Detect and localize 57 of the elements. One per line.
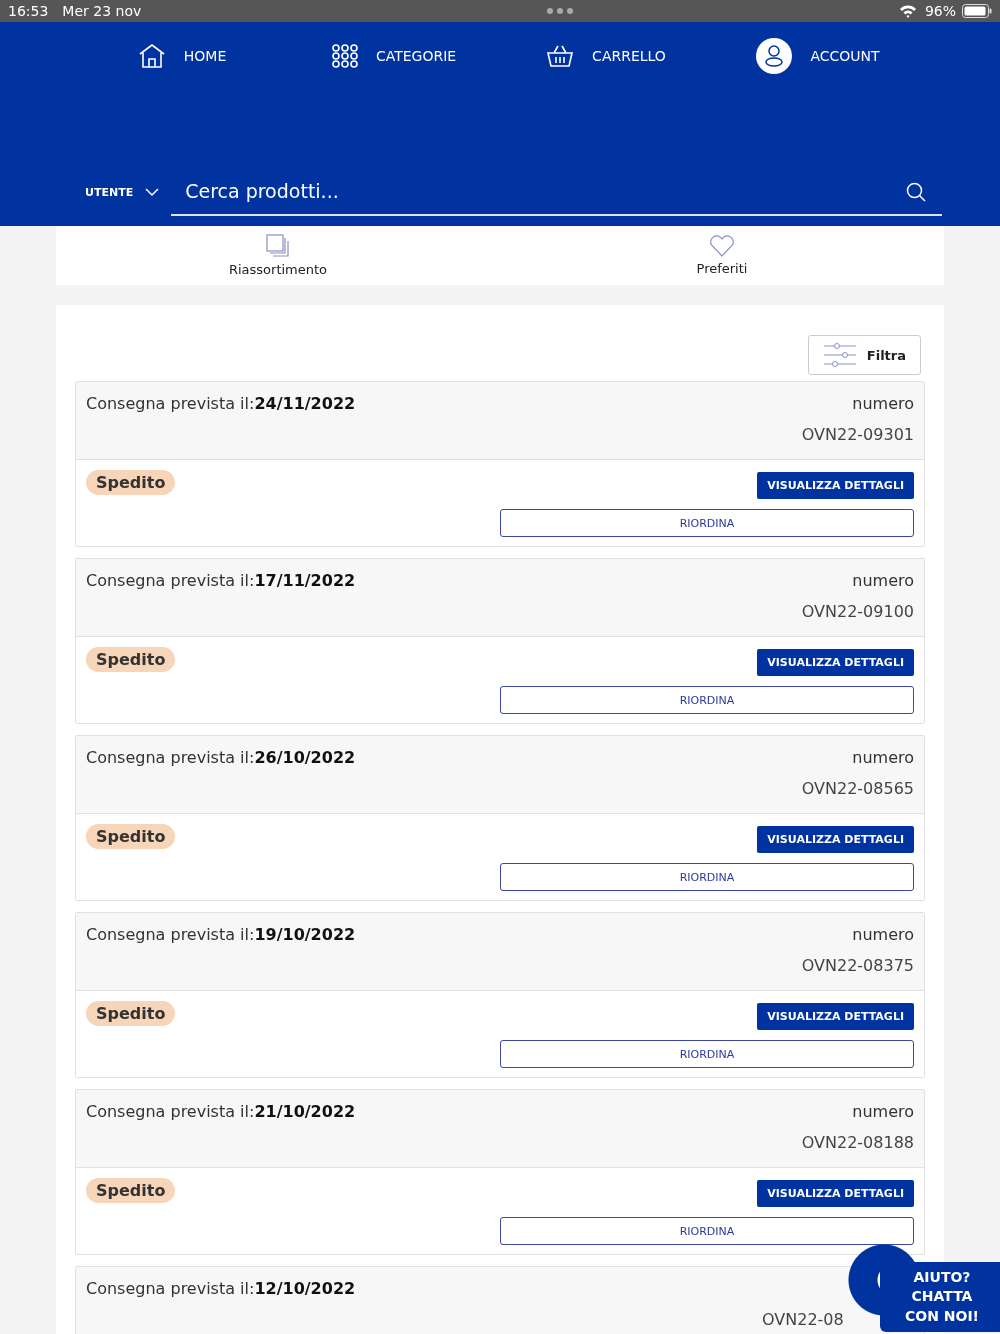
status-badge: Spedito [86, 1001, 176, 1026]
search-field[interactable]: Cerca prodotti... [171, 168, 942, 216]
account-icon [756, 38, 793, 74]
wifi-icon [898, 4, 917, 18]
status-badge: Spedito [86, 470, 176, 495]
reorder-button[interactable]: RIORDINA [500, 686, 914, 714]
order-number: OVN22-08188 [801, 1133, 914, 1152]
battery-icon [962, 4, 992, 18]
delivery-date: Consegna prevista il:17/11/2022 [86, 571, 356, 590]
chat-button[interactable]: AIUTO? CHATTA CON NOI! [848, 1244, 1000, 1334]
order-number-label: numero [852, 1102, 914, 1121]
order-number: OVN22-08 [762, 1310, 844, 1329]
reorder-button[interactable]: RIORDINA [500, 1217, 914, 1245]
reorder-button[interactable]: RIORDINA [500, 863, 914, 891]
order-number-label: numero [852, 925, 914, 944]
details-button[interactable]: VISUALIZZA DETTAGLI [757, 1003, 914, 1030]
order-number-label: numero [852, 571, 914, 590]
nav-link[interactable]: HOME [76, 38, 288, 74]
order-number: OVN22-08565 [801, 779, 914, 798]
scope-dropdown[interactable]: UTENTE [85, 185, 160, 199]
order-number: OVN22-08375 [801, 956, 914, 975]
delivery-date: Consegna prevista il:24/11/2022 [86, 394, 356, 413]
details-button[interactable]: VISUALIZZA DETTAGLI [757, 472, 914, 499]
grid-icon [331, 44, 358, 68]
battery-percent: 96% [924, 3, 956, 19]
nav-link[interactable]: CATEGORIE [288, 38, 500, 74]
details-button[interactable]: VISUALIZZA DETTAGLI [757, 1180, 914, 1207]
status-badge: Spedito [86, 647, 176, 672]
order-number-label: numero [852, 748, 914, 767]
details-button[interactable]: VISUALIZZA DETTAGLI [757, 649, 914, 676]
copies-icon [266, 234, 290, 258]
delivery-date: Consegna prevista il:26/10/2022 [86, 748, 356, 767]
shortcut-link[interactable]: Riassortimento [56, 226, 500, 285]
filter-button[interactable]: Filtra [807, 335, 921, 375]
order-number-label: numero [852, 394, 914, 413]
reorder-button[interactable]: RIORDINA [500, 509, 914, 537]
delivery-date: Consegna prevista il:12/10/2022 [86, 1279, 356, 1298]
order-number: OVN22-09301 [801, 425, 914, 444]
multitask-dots-icon [546, 7, 575, 15]
basket-icon [546, 44, 575, 68]
sliders-icon [822, 343, 857, 367]
nav-link[interactable]: CARRELLO [500, 38, 712, 74]
status-badge: Spedito [86, 1178, 176, 1203]
reorder-button[interactable]: RIORDINA [500, 1040, 914, 1068]
nav-link[interactable]: ACCOUNT [712, 38, 924, 74]
home-icon [137, 43, 166, 69]
shortcut-link[interactable]: Preferiti [500, 226, 944, 285]
details-button[interactable]: VISUALIZZA DETTAGLI [757, 826, 914, 853]
status-badge: Spedito [86, 824, 176, 849]
delivery-date: Consegna prevista il:19/10/2022 [86, 925, 356, 944]
search-icon [906, 182, 926, 202]
status-time: 16:53 [8, 3, 49, 19]
status-date: Mer 23 nov [62, 3, 142, 19]
heart-icon [709, 235, 735, 257]
order-number: OVN22-09100 [801, 602, 914, 621]
delivery-date: Consegna prevista il:21/10/2022 [86, 1102, 356, 1121]
chevron-down-icon [145, 187, 160, 197]
